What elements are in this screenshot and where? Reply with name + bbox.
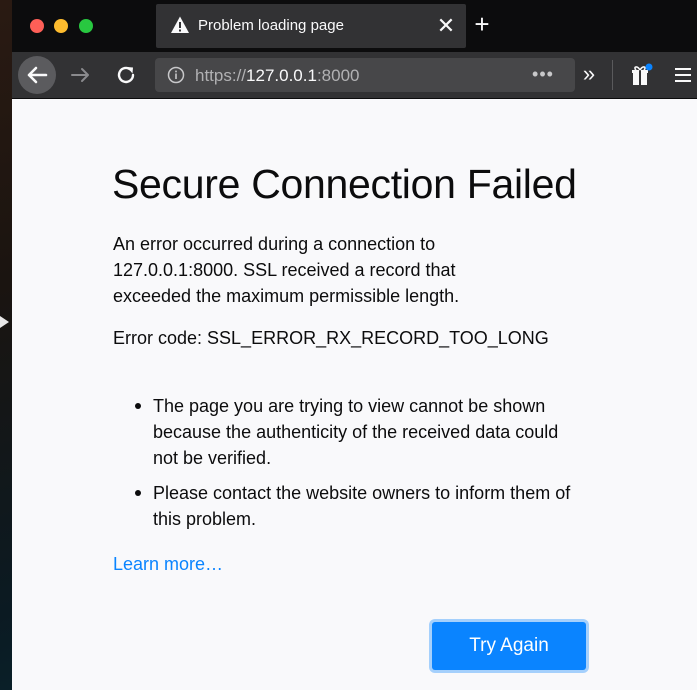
url-bar[interactable]: https://127.0.0.1:8000 ••• — [155, 58, 575, 92]
url-text: https://127.0.0.1:8000 — [195, 66, 359, 86]
extension-icon[interactable] — [628, 62, 654, 88]
error-description: An error occurred during a connection to… — [113, 234, 460, 306]
overflow-menu-button[interactable]: » — [574, 61, 604, 89]
new-tab-button[interactable]: + — [468, 8, 496, 40]
url-port: :8000 — [316, 66, 360, 85]
toolbar-separator — [612, 60, 613, 90]
list-item: Please contact the website owners to inf… — [113, 480, 573, 532]
menu-icon[interactable] — [672, 64, 694, 86]
reason-text: Please contact the website owners to inf… — [153, 483, 571, 529]
info-icon[interactable] — [167, 66, 185, 84]
learn-more-link[interactable]: Learn more… — [113, 554, 223, 575]
tab-problem-loading[interactable]: Problem loading page ✕ — [156, 4, 466, 48]
back-icon — [27, 66, 48, 84]
back-button[interactable] — [18, 56, 56, 94]
forward-icon[interactable] — [68, 63, 92, 87]
list-item: The page you are trying to view cannot b… — [113, 393, 573, 471]
reload-icon[interactable] — [114, 63, 138, 87]
page-title: Secure Connection Failed — [112, 161, 577, 207]
try-again-button[interactable]: Try Again — [432, 622, 586, 670]
page-actions-button[interactable]: ••• — [523, 60, 563, 90]
minimize-window-button[interactable] — [54, 19, 68, 33]
reasons-list: The page you are trying to view cannot b… — [113, 393, 573, 541]
tab-strip: Problem loading page ✕ + — [12, 0, 697, 52]
error-page: Secure Connection Failed An error occurr… — [12, 99, 697, 690]
bullet-icon — [135, 490, 141, 496]
bullet-icon — [135, 403, 141, 409]
close-tab-icon[interactable]: ✕ — [434, 12, 458, 40]
tab-title: Problem loading page — [198, 17, 344, 34]
url-host: 127.0.0.1 — [246, 66, 317, 85]
close-window-button[interactable] — [30, 19, 44, 33]
url-scheme: https:// — [195, 66, 247, 85]
zoom-window-button[interactable] — [79, 19, 93, 33]
browser-window: Problem loading page ✕ + https://127.0.0… — [12, 0, 697, 690]
reason-text: The page you are trying to view cannot b… — [153, 396, 559, 468]
background-arrow-icon — [0, 316, 9, 328]
navigation-toolbar: https://127.0.0.1:8000 ••• » — [12, 52, 697, 99]
error-code: Error code: SSL_ERROR_RX_RECORD_TOO_LONG — [113, 328, 549, 348]
warning-icon — [171, 16, 189, 33]
